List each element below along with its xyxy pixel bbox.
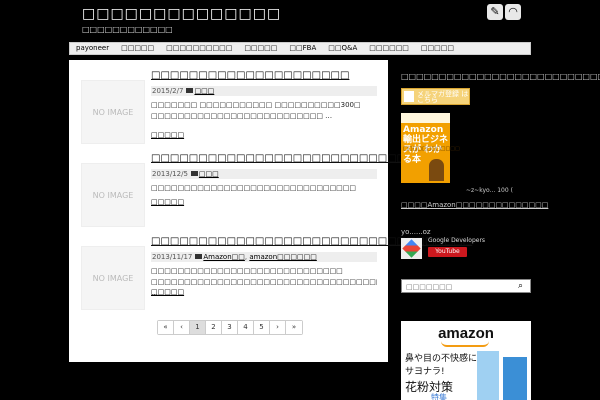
amazon-ad-banner[interactable]: amazon 鼻や目の不快感に サヨナラ! 花粉対策 特集: [401, 321, 531, 400]
post-excerpt: □□□□□□□□□□□□□□□□□□□□□□□□□□□□□□□: [151, 184, 357, 192]
nav-item-3[interactable]: □□□□□□□□□□: [160, 43, 238, 54]
search-form: ⌕: [401, 279, 531, 293]
pagination-page-current[interactable]: 1: [190, 321, 206, 334]
pagination: « ‹ 1 2 3 4 5 › »: [157, 320, 303, 335]
book-band: [401, 113, 450, 123]
post-date: 2015/2/7: [152, 87, 184, 95]
post-category[interactable]: □□□: [194, 87, 214, 95]
product-image: [477, 351, 499, 400]
nav-item-qa[interactable]: □□Q&A: [322, 43, 363, 54]
post-meta: 2015/2/7 □□□: [151, 86, 377, 96]
post-thumbnail[interactable]: NO IMAGE: [81, 246, 145, 310]
mail-icon: [404, 91, 414, 102]
channel-logo-icon[interactable]: [401, 238, 422, 259]
amazon-link[interactable]: □□□□Amazon□□□□□□□□□□□□□□: [401, 201, 548, 209]
product-image: [503, 357, 527, 400]
nav-item-7[interactable]: □□□□□□: [363, 43, 415, 54]
youtube-channel-name[interactable]: Google Developers: [428, 237, 485, 244]
pagination-page[interactable]: 5: [254, 321, 270, 334]
pagination-page[interactable]: 3: [222, 321, 238, 334]
nav-item-payoneer[interactable]: payoneer: [70, 43, 115, 54]
post-excerpt: □□□□□□□□□□□□□□□□□□□□□□□□□□□□□ □□□□□□□□□□…: [151, 267, 377, 297]
post-title[interactable]: □□□□□□□□□□□□□□□□□□□□□: [151, 70, 349, 81]
book-subtitle: □□□□□□□□□□□□: [403, 146, 460, 152]
pagination-page[interactable]: 4: [238, 321, 254, 334]
read-more-link[interactable]: □□□□□: [151, 198, 184, 206]
post-category[interactable]: amazon□□□□□□: [249, 253, 316, 261]
book-cover[interactable]: Amazon 輸出ビジネスが わかる本 □□□□□□□□□□□□: [401, 113, 460, 183]
post-category[interactable]: Amazon□□: [203, 253, 245, 261]
nav-item-4[interactable]: □□□□□: [238, 43, 283, 54]
folder-icon: [190, 171, 198, 176]
author-photo: [429, 159, 444, 181]
site-description: □□□□□□□□□□□□: [82, 25, 173, 34]
read-more-link[interactable]: □□□□□: [151, 131, 184, 139]
main-nav: payoneer □□□□□ □□□□□□□□□□ □□□□□ □□FBA □□…: [69, 42, 531, 55]
youtube-widget-title: yo......oz: [401, 228, 431, 236]
post-item: NO IMAGE □□□□□□□□□□□□□□□□□□□□□□□□□□□□□□□…: [81, 236, 472, 310]
rss-icon[interactable]: ◠: [505, 4, 521, 20]
pagination-last[interactable]: »: [286, 321, 302, 334]
post-item: NO IMAGE □□□□□□□□□□□□□□□□□□□□□□□□□□□□□ 2…: [81, 153, 425, 227]
post-thumbnail[interactable]: NO IMAGE: [81, 80, 145, 144]
book-caption: ~z~kyo... 100 (: [466, 187, 513, 194]
post-meta: 2013/11/17 Amazon□□, amazon□□□□□□: [151, 252, 377, 262]
melmaga-banner-text: メルマガ登録 はこちら: [417, 90, 469, 104]
post-date: 2013/12/5: [152, 170, 188, 178]
post-category[interactable]: □□□: [199, 170, 219, 178]
main-content: NO IMAGE □□□□□□□□□□□□□□□□□□□□□ 2015/2/7 □…: [69, 60, 472, 362]
post-thumbnail[interactable]: NO IMAGE: [81, 163, 145, 227]
search-input[interactable]: [406, 281, 506, 292]
ad-line-2: サヨナラ!: [405, 367, 445, 377]
post-excerpt: □□□□□□□ □□□□□□□□□□□ □□□□□□□□□□300□ □□□□□…: [151, 101, 361, 120]
pagination-next[interactable]: ›: [270, 321, 286, 334]
pagination-prev[interactable]: ‹: [174, 321, 190, 334]
nav-item-8[interactable]: □□□□□: [415, 43, 460, 54]
sidebar-widget-title: □□□□□□□□□□□□□□□□□□□□□□□□□□□: [401, 72, 600, 81]
post-title[interactable]: □□□□□□□□□□□□□□□□□□□□□□□□□□□□□: [151, 153, 425, 164]
amazon-smile-icon: [441, 341, 489, 347]
site-title[interactable]: □□□□□□□□□□□□□□: [82, 6, 281, 22]
melmaga-banner[interactable]: メルマガ登録 はこちら: [401, 88, 470, 105]
nav-item-fba[interactable]: □□FBA: [283, 43, 322, 54]
search-icon[interactable]: ⌕: [515, 280, 526, 292]
youtube-subscribe-button[interactable]: YouTube: [428, 247, 467, 257]
pagination-first[interactable]: «: [158, 321, 174, 334]
folder-icon: [186, 88, 194, 93]
post-item: NO IMAGE □□□□□□□□□□□□□□□□□□□□□ 2015/2/7 □…: [81, 70, 379, 144]
folder-icon: [195, 254, 203, 259]
read-more-link[interactable]: □□□□□: [151, 288, 184, 296]
ad-line-1: 鼻や目の不快感に: [405, 354, 478, 364]
feedly-icon[interactable]: ✎: [487, 4, 503, 20]
amazon-logo: amazon: [438, 325, 494, 342]
book-title: Amazon 輸出ビジネスが わかる本: [403, 125, 449, 165]
post-meta: 2013/12/5 □□□: [151, 169, 377, 179]
nav-item-2[interactable]: □□□□□: [115, 43, 160, 54]
ad-line-4: 特集: [431, 393, 447, 400]
pagination-page[interactable]: 2: [206, 321, 222, 334]
youtube-subscribe-widget: Google Developers YouTube: [401, 236, 491, 260]
post-date: 2013/11/17: [152, 253, 193, 261]
